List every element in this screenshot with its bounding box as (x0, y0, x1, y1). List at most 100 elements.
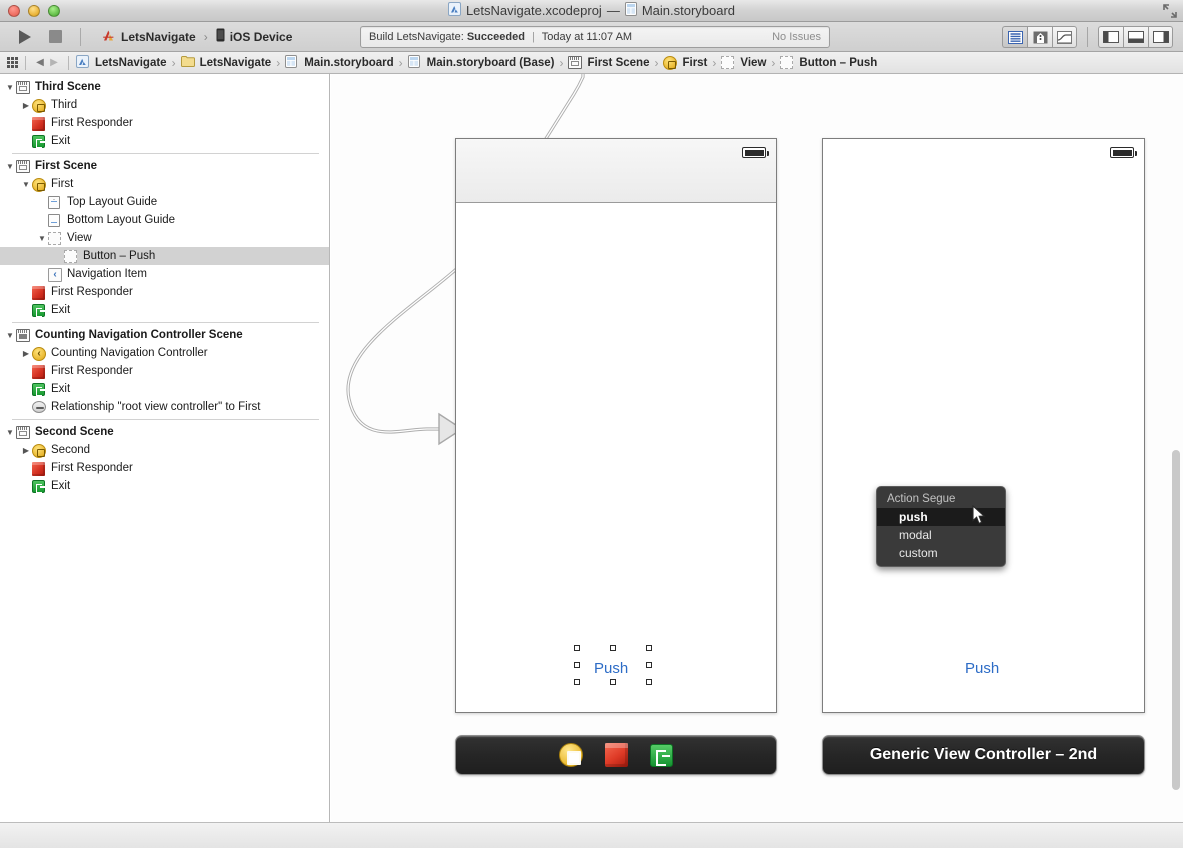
handle-bottom-left[interactable] (574, 679, 580, 685)
storyboard-icon (407, 55, 423, 70)
view-toggle-segmented-control (1098, 26, 1173, 48)
outline-row-first[interactable]: ▼ First (0, 175, 329, 193)
version-editor-button[interactable] (1052, 26, 1077, 48)
breadcrumb-item-button-push[interactable]: Button – Push (780, 55, 877, 70)
outline-row-label: Exit (51, 383, 71, 395)
outline-row-view[interactable]: ▼ View (0, 229, 329, 247)
scene-second-device[interactable]: Push (822, 138, 1145, 713)
disclosure-triangle-icon[interactable]: ▶ (20, 349, 32, 358)
disclosure-triangle-icon[interactable]: ▼ (36, 234, 48, 243)
minimize-button[interactable] (28, 4, 40, 17)
outline-row-button-push[interactable]: Button – Push (0, 247, 329, 265)
destination-icon (216, 28, 225, 45)
outline-row-bottom-layout-guide[interactable]: Bottom Layout Guide (0, 211, 329, 229)
folder-icon (180, 55, 196, 70)
outline-row-counting-navigation-controller-scene[interactable]: ▼ Counting Navigation Controller Scene (0, 326, 329, 344)
outline-row-label: First Responder (51, 117, 133, 129)
outline-row-navigation-item[interactable]: ‹ Navigation Item (0, 265, 329, 283)
disclosure-triangle-icon[interactable]: ▼ (4, 162, 16, 171)
outline-row-first-responder[interactable]: First Responder (0, 362, 329, 380)
view-controller-icon[interactable] (559, 743, 583, 767)
outline-row-label: First Responder (51, 462, 133, 474)
breadcrumb-item-main-storyboard[interactable]: Main.storyboard (285, 55, 394, 70)
fullscreen-icon[interactable] (1163, 4, 1177, 18)
outline-row-label: First Responder (51, 365, 133, 377)
utilities-toggle-button[interactable] (1148, 26, 1173, 48)
disclosure-triangle-icon[interactable]: ▼ (4, 331, 16, 340)
main-toolbar: LetsNavigate › iOS Device Build LetsNavi… (0, 22, 1183, 52)
scheme-chevron-icon: › (203, 29, 208, 44)
disclosure-triangle-icon[interactable]: ▼ (4, 83, 16, 92)
outline-divider (12, 322, 319, 323)
traffic-lights (0, 4, 60, 17)
handle-top-right[interactable] (646, 645, 652, 651)
outline-row-first-responder[interactable]: First Responder (0, 459, 329, 477)
handle-top-center[interactable] (610, 645, 616, 651)
storyboard-canvas[interactable]: Push Push Generic View Controller – 2nd … (331, 74, 1183, 822)
action-segue-popup[interactable]: Action Segue push modal custom (876, 486, 1006, 567)
navigate-forward-button[interactable]: ▶ (47, 57, 61, 68)
zoom-button[interactable] (48, 4, 60, 17)
outline-row-first-responder[interactable]: First Responder (0, 283, 329, 301)
scene-first-dock[interactable] (455, 735, 777, 775)
outline-row-second-scene[interactable]: ▼ Second Scene (0, 423, 329, 441)
document-outline-panel[interactable]: ▼ Third Scene ▶ Third First Responder Exit ▼ Fi… (0, 74, 330, 822)
outline-row-first-scene[interactable]: ▼ First Scene (0, 157, 329, 175)
handle-top-left[interactable] (574, 645, 580, 651)
run-button[interactable] (14, 26, 36, 48)
selection-handles[interactable] (574, 645, 652, 685)
outline-row-exit[interactable]: Exit (0, 301, 329, 319)
issues-count: No Issues (772, 31, 821, 43)
outline-row-first-responder[interactable]: First Responder (0, 114, 329, 132)
handle-middle-left[interactable] (574, 662, 580, 668)
disclosure-triangle-icon[interactable]: ▼ (4, 428, 16, 437)
exit-icon[interactable] (650, 743, 673, 767)
outline-row-third-scene[interactable]: ▼ Third Scene (0, 78, 329, 96)
assistant-editor-button[interactable] (1027, 26, 1052, 48)
close-button[interactable] (8, 4, 20, 17)
disclosure-triangle-icon[interactable]: ▶ (20, 101, 32, 110)
breadcrumb-item-view[interactable]: View (721, 55, 766, 70)
canvas-vertical-scrollbar[interactable] (1172, 450, 1180, 790)
outline-row-exit[interactable]: Exit (0, 132, 329, 150)
first-responder-icon[interactable] (605, 743, 628, 767)
breadcrumb-item-letsnavigate[interactable]: LetsNavigate (76, 55, 167, 70)
battery-icon (1110, 147, 1137, 158)
popup-item-custom[interactable]: custom (877, 544, 1005, 562)
standard-editor-button[interactable] (1002, 26, 1027, 48)
breadcrumb-item-letsnavigate[interactable]: LetsNavigate (180, 55, 271, 70)
navigation-controller-icon: ‹ (32, 346, 47, 361)
exit-icon (32, 303, 47, 318)
stop-button[interactable] (44, 26, 66, 48)
breadcrumb-item-main-storyboard-base-[interactable]: Main.storyboard (Base) (407, 55, 555, 70)
handle-middle-right[interactable] (646, 662, 652, 668)
breadcrumb-label: Button – Push (799, 56, 878, 69)
outline-row-exit[interactable]: Exit (0, 477, 329, 495)
scene-icon (16, 80, 31, 95)
popup-item-modal[interactable]: modal (877, 526, 1005, 544)
activity-status-view[interactable]: Build LetsNavigate: Succeeded | Today at… (360, 26, 830, 48)
scene-second-dock[interactable]: Generic View Controller – 2nd (822, 735, 1145, 775)
push-button-label[interactable]: Push (965, 660, 999, 677)
scene-first-device[interactable]: Push (455, 138, 777, 713)
breadcrumb-label: Main.storyboard (Base) (426, 56, 555, 69)
outline-row-top-layout-guide[interactable]: Top Layout Guide (0, 193, 329, 211)
outline-row-label: Second Scene (35, 426, 114, 438)
disclosure-triangle-icon[interactable]: ▼ (20, 180, 32, 189)
handle-bottom-right[interactable] (646, 679, 652, 685)
outline-row-exit[interactable]: Exit (0, 380, 329, 398)
breadcrumb-item-first-scene[interactable]: First Scene (568, 55, 649, 70)
scene-icon (16, 159, 31, 174)
breadcrumb-item-first[interactable]: First (663, 55, 707, 70)
outline-row-relationship-root-view-controller-to-first[interactable]: Relationship "root view controller" to F… (0, 398, 329, 416)
scheme-selector[interactable]: LetsNavigate › iOS Device (95, 26, 298, 48)
outline-row-counting-navigation-controller[interactable]: ▶ ‹ Counting Navigation Controller (0, 344, 329, 362)
related-items-icon[interactable] (7, 57, 18, 68)
navigator-toggle-button[interactable] (1098, 26, 1123, 48)
disclosure-triangle-icon[interactable]: ▶ (20, 446, 32, 455)
outline-row-third[interactable]: ▶ Third (0, 96, 329, 114)
navigate-back-button[interactable]: ◀ (33, 57, 47, 68)
debug-area-toggle-button[interactable] (1123, 26, 1148, 48)
outline-row-second[interactable]: ▶ Second (0, 441, 329, 459)
handle-bottom-center[interactable] (610, 679, 616, 685)
